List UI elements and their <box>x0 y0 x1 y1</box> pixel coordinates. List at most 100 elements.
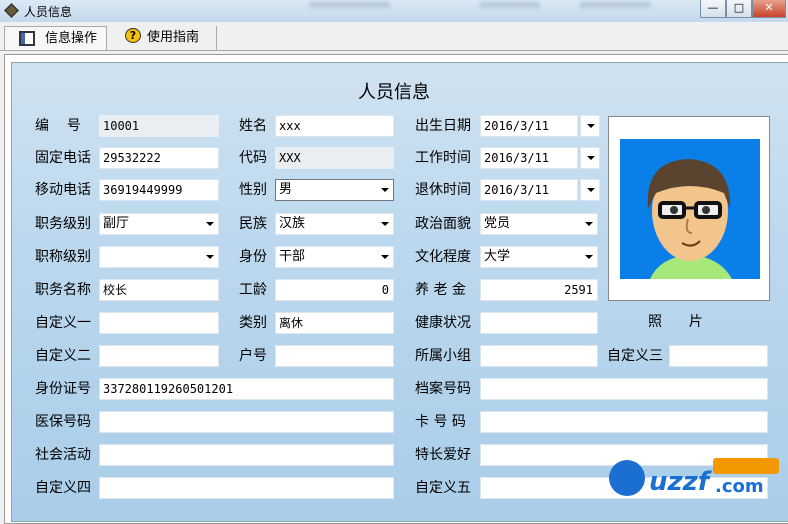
field-label: 档案号码 <box>415 381 471 397</box>
date-field[interactable]: 2016/3/11 <box>480 115 578 137</box>
date-dropdown-button[interactable] <box>580 179 600 201</box>
chevron-down-icon[interactable] <box>381 255 389 259</box>
field-label: 工龄 <box>239 282 267 298</box>
field-value: 干部 <box>279 249 306 264</box>
input-field[interactable]: xxx <box>275 115 394 137</box>
input-field[interactable]: 29532222 <box>99 147 219 169</box>
select-field[interactable]: 干部 <box>275 246 394 268</box>
date-field[interactable]: 2016/3/11 <box>480 147 578 169</box>
input-field[interactable]: 校长 <box>99 279 219 301</box>
field-label: 性别 <box>239 182 267 198</box>
address-book-icon <box>19 31 35 46</box>
input-field[interactable]: XXX <box>275 147 394 169</box>
field-value: 0 <box>381 283 389 297</box>
input-field[interactable]: 0 <box>275 279 394 301</box>
field-label: 自定义四 <box>35 480 91 496</box>
select-field[interactable]: 党员 <box>480 213 598 235</box>
app-icon <box>4 3 19 18</box>
field-value: 汉族 <box>279 216 306 231</box>
input-field[interactable] <box>275 345 394 367</box>
field-label: 户号 <box>239 348 267 364</box>
field-label: 身份证号 <box>35 381 91 397</box>
date-dropdown-button[interactable] <box>580 147 600 169</box>
input-field[interactable]: 2591 <box>480 279 598 301</box>
field-value: 337280119260501201 <box>103 382 234 396</box>
field-value: 36919449999 <box>103 183 183 197</box>
photo-frame[interactable] <box>608 116 770 301</box>
input-field[interactable] <box>99 312 219 334</box>
field-value: 2016/3/11 <box>484 183 550 197</box>
title-bar: 人员信息 — □ ✕ <box>0 0 788 22</box>
field-label: 姓名 <box>239 118 267 134</box>
field-value: 副厅 <box>103 216 130 231</box>
field-label: 文化程度 <box>415 249 471 265</box>
chevron-down-icon[interactable] <box>381 188 389 192</box>
input-field[interactable]: 36919449999 <box>99 179 219 201</box>
tab-label: 使用指南 <box>147 30 200 45</box>
input-field[interactable] <box>99 345 219 367</box>
field-label: 卡 号 码 <box>415 414 466 430</box>
chevron-down-icon[interactable] <box>206 222 214 226</box>
input-field[interactable] <box>480 378 768 400</box>
field-label: 固定电话 <box>35 150 91 166</box>
chevron-down-icon <box>587 156 595 160</box>
avatar <box>620 139 760 279</box>
field-label: 自定义二 <box>35 348 91 364</box>
chevron-down-icon[interactable] <box>381 222 389 226</box>
tab-user-guide[interactable]: ? 使用指南 <box>107 26 217 51</box>
svg-text:.com: .com <box>715 476 764 497</box>
field-label: 代码 <box>239 150 267 166</box>
select-field[interactable]: 大学 <box>480 246 598 268</box>
select-field[interactable]: 汉族 <box>275 213 394 235</box>
field-label: 编 号 <box>35 118 81 134</box>
field-label: 类别 <box>239 315 267 331</box>
input-field[interactable] <box>99 444 394 466</box>
field-value: 2016/3/11 <box>484 151 550 165</box>
field-value: 党员 <box>484 216 511 231</box>
date-dropdown-button[interactable] <box>580 115 600 137</box>
field-value: 10001 <box>103 119 140 133</box>
input-field[interactable] <box>99 477 394 499</box>
field-label: 健康状况 <box>415 315 471 331</box>
field-label: 民族 <box>239 216 267 232</box>
help-icon: ? <box>125 28 141 43</box>
maximize-button[interactable]: □ <box>726 0 752 18</box>
input-field[interactable]: 10001 <box>99 115 219 137</box>
photo-label: 照 片 <box>648 314 703 330</box>
input-field[interactable]: 337280119260501201 <box>99 378 394 400</box>
select-field[interactable]: 副厅 <box>99 213 219 235</box>
minimize-button[interactable]: — <box>700 0 726 18</box>
select-field[interactable] <box>99 246 219 268</box>
field-label: 出生日期 <box>415 118 471 134</box>
field-label: 身份 <box>239 249 267 265</box>
form-heading: 人员信息 <box>358 82 430 103</box>
field-value: 男 <box>279 182 293 197</box>
chevron-down-icon <box>587 124 595 128</box>
tab-info-operation[interactable]: 信息操作 <box>4 26 107 51</box>
input-field[interactable] <box>669 345 768 367</box>
chevron-down-icon[interactable] <box>585 255 593 259</box>
chevron-down-icon[interactable] <box>585 222 593 226</box>
field-label: 所属小组 <box>415 348 471 364</box>
field-label: 退休时间 <box>415 182 471 198</box>
input-field[interactable] <box>480 411 768 433</box>
input-field[interactable] <box>480 345 598 367</box>
svg-text:uzzf: uzzf <box>649 467 713 497</box>
watermark-logo: uzzf .com <box>605 452 785 502</box>
field-value: 大学 <box>484 249 511 264</box>
field-label: 医保号码 <box>35 414 91 430</box>
input-field[interactable] <box>99 411 394 433</box>
close-button[interactable]: ✕ <box>752 0 786 18</box>
select-field[interactable]: 男 <box>275 179 394 201</box>
field-label: 政治面貌 <box>415 216 471 232</box>
input-field[interactable] <box>480 312 598 334</box>
field-label: 自定义三 <box>607 348 663 364</box>
field-value: 2016/3/11 <box>484 119 550 133</box>
input-field[interactable]: 离休 <box>275 312 394 334</box>
field-value: 2591 <box>564 283 593 297</box>
chevron-down-icon[interactable] <box>206 255 214 259</box>
field-value: XXX <box>279 151 301 165</box>
tab-bar: 信息操作 ? 使用指南 <box>0 24 788 51</box>
date-field[interactable]: 2016/3/11 <box>480 179 578 201</box>
chevron-down-icon <box>587 188 595 192</box>
